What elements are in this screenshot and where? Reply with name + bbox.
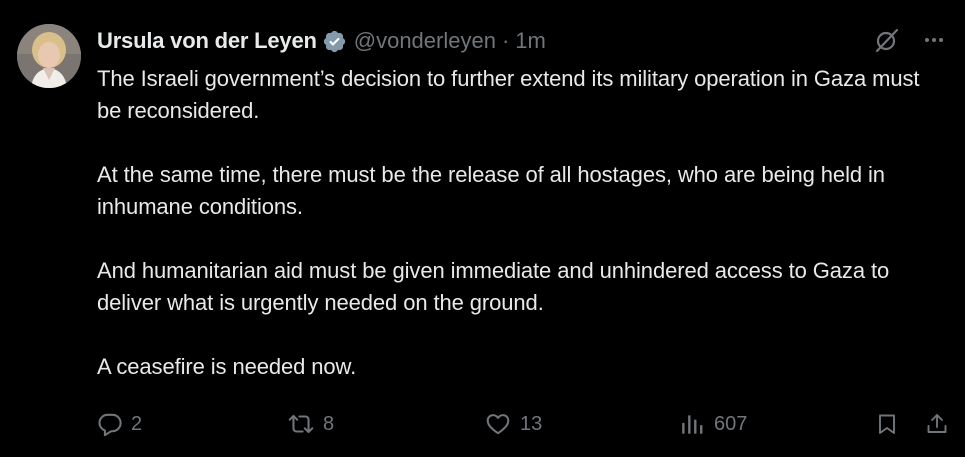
action-bar: 2 8 13 607: [97, 411, 952, 441]
share-button[interactable]: [925, 411, 949, 437]
reply-count: 2: [131, 412, 143, 435]
tweet-paragraph-2: At the same time, there must be the rele…: [97, 162, 885, 219]
more-options-icon[interactable]: [923, 29, 945, 51]
tweet-paragraph-4: A ceasefire is needed now.: [97, 354, 357, 379]
top-actions: [873, 26, 945, 54]
reply-icon: [97, 411, 123, 437]
separator-dot: ·: [501, 28, 510, 53]
display-name[interactable]: Ursula von der Leyen: [97, 28, 317, 54]
reply-button[interactable]: 2: [97, 411, 142, 437]
timestamp[interactable]: 1m: [515, 28, 546, 54]
like-button[interactable]: 13: [484, 411, 542, 437]
like-count: 13: [520, 412, 543, 435]
repost-icon: [287, 411, 315, 437]
like-icon: [484, 411, 512, 437]
bookmark-button[interactable]: [875, 411, 899, 437]
bookmark-icon: [875, 411, 899, 437]
repost-button[interactable]: 8: [287, 411, 334, 437]
user-handle[interactable]: @vonderleyen: [354, 28, 496, 54]
tweet-paragraph-3: And humanitarian aid must be given immed…: [97, 258, 890, 315]
views-icon: [680, 411, 706, 437]
verified-badge-icon[interactable]: [322, 29, 347, 54]
view-count: 607: [714, 412, 748, 435]
views-button[interactable]: 607: [680, 411, 747, 437]
tweet-paragraph-1: The Israeli government’s decision to fur…: [97, 66, 920, 123]
tweet-header: Ursula von der Leyen @vonderleyen · 1m: [97, 26, 546, 56]
tweet-card[interactable]: Ursula von der Leyen @vonderleyen · 1m T…: [0, 0, 965, 457]
avatar-image: [17, 24, 81, 88]
avatar[interactable]: [17, 24, 81, 88]
share-icon: [925, 411, 949, 437]
tweet-text: The Israeli government’s decision to fur…: [97, 63, 947, 415]
repost-count: 8: [323, 412, 335, 435]
grok-icon[interactable]: [873, 26, 901, 54]
